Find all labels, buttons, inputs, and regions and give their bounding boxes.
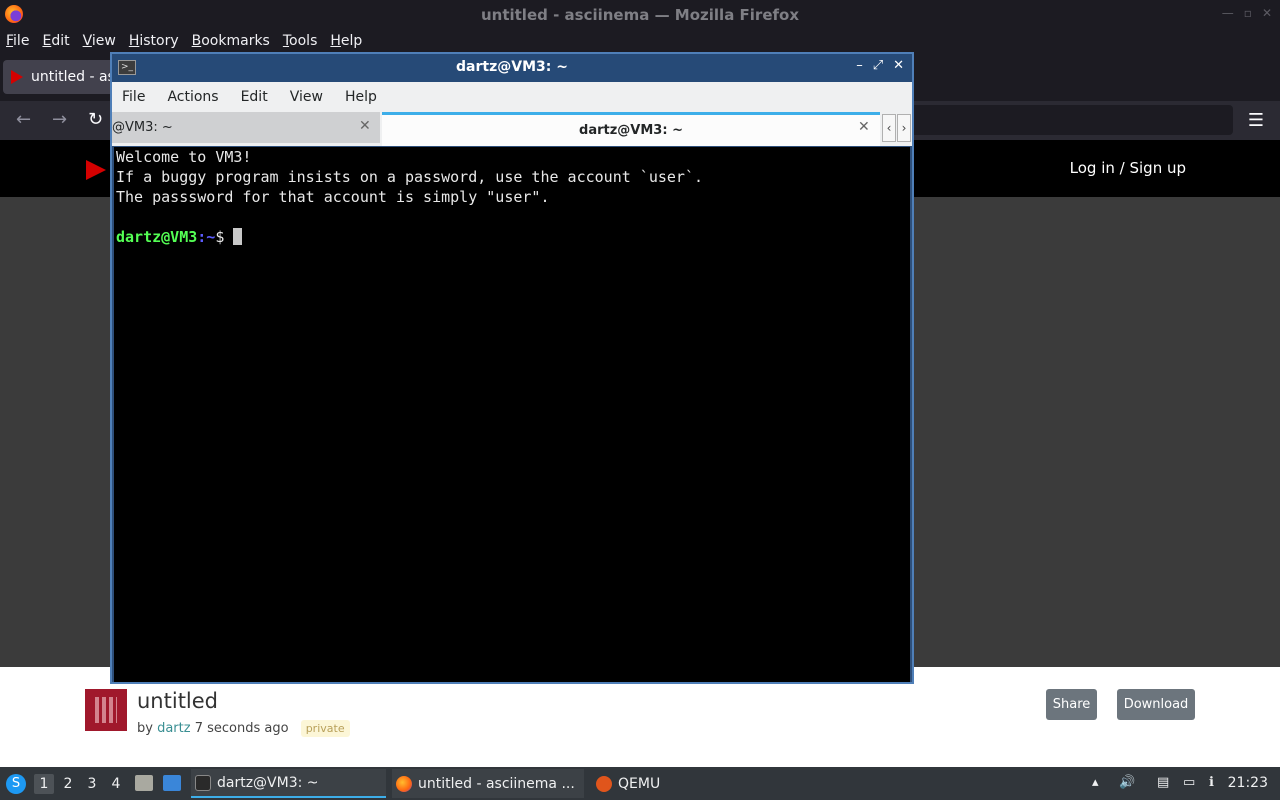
hamburger-menu-icon[interactable]: ☰ — [1248, 110, 1264, 131]
menu-history[interactable]: History — [129, 33, 179, 49]
minimize-icon[interactable]: — — [1222, 6, 1234, 20]
reload-icon[interactable]: ↻ — [88, 109, 103, 130]
author-link[interactable]: dartz — [157, 721, 190, 736]
terminal-line: If a buggy program insists on a password… — [116, 168, 703, 186]
menu-bookmarks[interactable]: Bookmarks — [192, 33, 270, 49]
taskbar: S 1 2 3 4 dartz@VM3: ~ untitled - asciin… — [0, 767, 1280, 800]
terminal-tabbar: @VM3: ~ ✕ dartz@VM3: ~ ✕ ‹ › — [112, 112, 912, 146]
file-manager-icon[interactable] — [135, 775, 153, 791]
qemu-icon — [596, 775, 612, 792]
recording-meta: by dartz 7 seconds ago private — [137, 720, 350, 737]
terminal-titlebar[interactable]: >_ dartz@VM3: ~ – ⤢ ✕ — [112, 54, 912, 82]
restore-icon[interactable]: ▫ — [1244, 6, 1252, 20]
tray-expand-icon[interactable]: ▴ — [1092, 775, 1099, 790]
terminal-prompt-line: dartz@VM3:~$ — [116, 227, 908, 247]
terminal-window-controls: – ⤢ ✕ — [856, 58, 904, 73]
term-menu-edit[interactable]: Edit — [241, 89, 268, 105]
tab-scroll-right-icon[interactable]: › — [897, 114, 911, 142]
recording-title: untitled — [137, 689, 219, 713]
term-menu-actions[interactable]: Actions — [167, 89, 218, 105]
start-menu-icon[interactable]: S — [6, 774, 26, 794]
firefox-icon — [396, 775, 412, 792]
terminal-line: Welcome to VM3! — [116, 148, 252, 166]
avatar[interactable] — [85, 689, 127, 731]
url-bar[interactable] — [900, 105, 1233, 135]
network-icon[interactable]: ▭ — [1183, 775, 1195, 790]
asciinema-logo-icon[interactable] — [86, 160, 106, 180]
desktop-4[interactable]: 4 — [106, 774, 126, 794]
close-icon[interactable]: ✕ — [1262, 6, 1272, 20]
recording-time: 7 seconds ago — [194, 721, 289, 736]
notification-icon[interactable]: ℹ — [1209, 775, 1214, 790]
menu-edit[interactable]: Edit — [42, 33, 69, 49]
menu-tools[interactable]: Tools — [283, 33, 318, 49]
by-label: by — [137, 721, 153, 736]
terminal-window-title: dartz@VM3: ~ — [456, 59, 568, 75]
task-terminal[interactable]: dartz@VM3: ~ — [191, 769, 386, 798]
browser-tab-label: untitled - as — [31, 69, 115, 85]
task-qemu[interactable]: QEMU — [592, 769, 712, 798]
terminal-window: >_ dartz@VM3: ~ – ⤢ ✕ File Actions Edit … — [110, 52, 914, 684]
clipboard-icon[interactable]: ▤ — [1157, 775, 1169, 790]
share-button[interactable]: Share — [1046, 689, 1097, 720]
term-menu-view[interactable]: View — [290, 89, 323, 105]
close-tab-icon[interactable]: ✕ — [359, 118, 371, 134]
terminal-line: The passsword for that account is simply… — [116, 188, 550, 206]
prompt-symbol: $ — [215, 228, 234, 246]
terminal-tab-2[interactable]: dartz@VM3: ~ ✕ — [382, 112, 880, 146]
task-qemu-label: QEMU — [618, 775, 661, 792]
asciinema-favicon-icon — [11, 70, 23, 84]
status-badge: private — [300, 720, 350, 737]
close-icon[interactable]: ✕ — [893, 58, 904, 73]
terminal-output[interactable]: Welcome to VM3! If a buggy program insis… — [114, 147, 910, 682]
desktop-3[interactable]: 3 — [82, 774, 102, 794]
volume-icon[interactable]: 🔊 — [1119, 775, 1135, 790]
desktop-2[interactable]: 2 — [58, 774, 78, 794]
task-terminal-label: dartz@VM3: ~ — [217, 774, 319, 791]
terminal-tab-1[interactable]: @VM3: ~ ✕ — [112, 112, 380, 143]
prompt-path: :~ — [197, 228, 216, 246]
term-menu-file[interactable]: File — [122, 89, 145, 105]
menu-view[interactable]: View — [83, 33, 116, 49]
minimize-icon[interactable]: – — [856, 58, 863, 73]
firefox-menubar: File Edit View History Bookmarks Tools H… — [0, 29, 1280, 53]
terminal-tab-1-label: @VM3: ~ — [112, 120, 173, 135]
text-cursor — [233, 228, 243, 245]
tab-scroll-left-icon[interactable]: ‹ — [882, 114, 896, 142]
prompt-user: dartz@VM3 — [116, 228, 198, 246]
login-signup-link[interactable]: Log in / Sign up — [1070, 159, 1186, 177]
terminal-tab-2-label: dartz@VM3: ~ — [579, 123, 683, 138]
menu-help[interactable]: Help — [330, 33, 362, 49]
show-desktop-icon[interactable] — [163, 775, 181, 791]
desktop-1[interactable]: 1 — [34, 774, 54, 794]
firefox-titlebar: untitled - asciinema — Mozilla Firefox —… — [0, 0, 1280, 29]
download-button[interactable]: Download — [1117, 689, 1195, 720]
close-tab-icon[interactable]: ✕ — [858, 119, 870, 135]
firefox-window-controls: — ▫ ✕ — [1222, 6, 1272, 20]
terminal-menubar: File Actions Edit View Help — [112, 82, 912, 112]
menu-file[interactable]: File — [6, 33, 29, 49]
terminal-icon — [195, 774, 211, 791]
clock[interactable]: 21:23 — [1228, 775, 1268, 791]
term-menu-help[interactable]: Help — [345, 89, 377, 105]
back-icon[interactable]: ← — [16, 109, 31, 130]
firefox-window-title: untitled - asciinema — Mozilla Firefox — [480, 6, 800, 24]
maximize-icon[interactable]: ⤢ — [873, 58, 883, 73]
forward-icon[interactable]: → — [52, 109, 67, 130]
task-firefox[interactable]: untitled - asciinema ... — [392, 769, 584, 798]
task-firefox-label: untitled - asciinema ... — [418, 775, 575, 792]
